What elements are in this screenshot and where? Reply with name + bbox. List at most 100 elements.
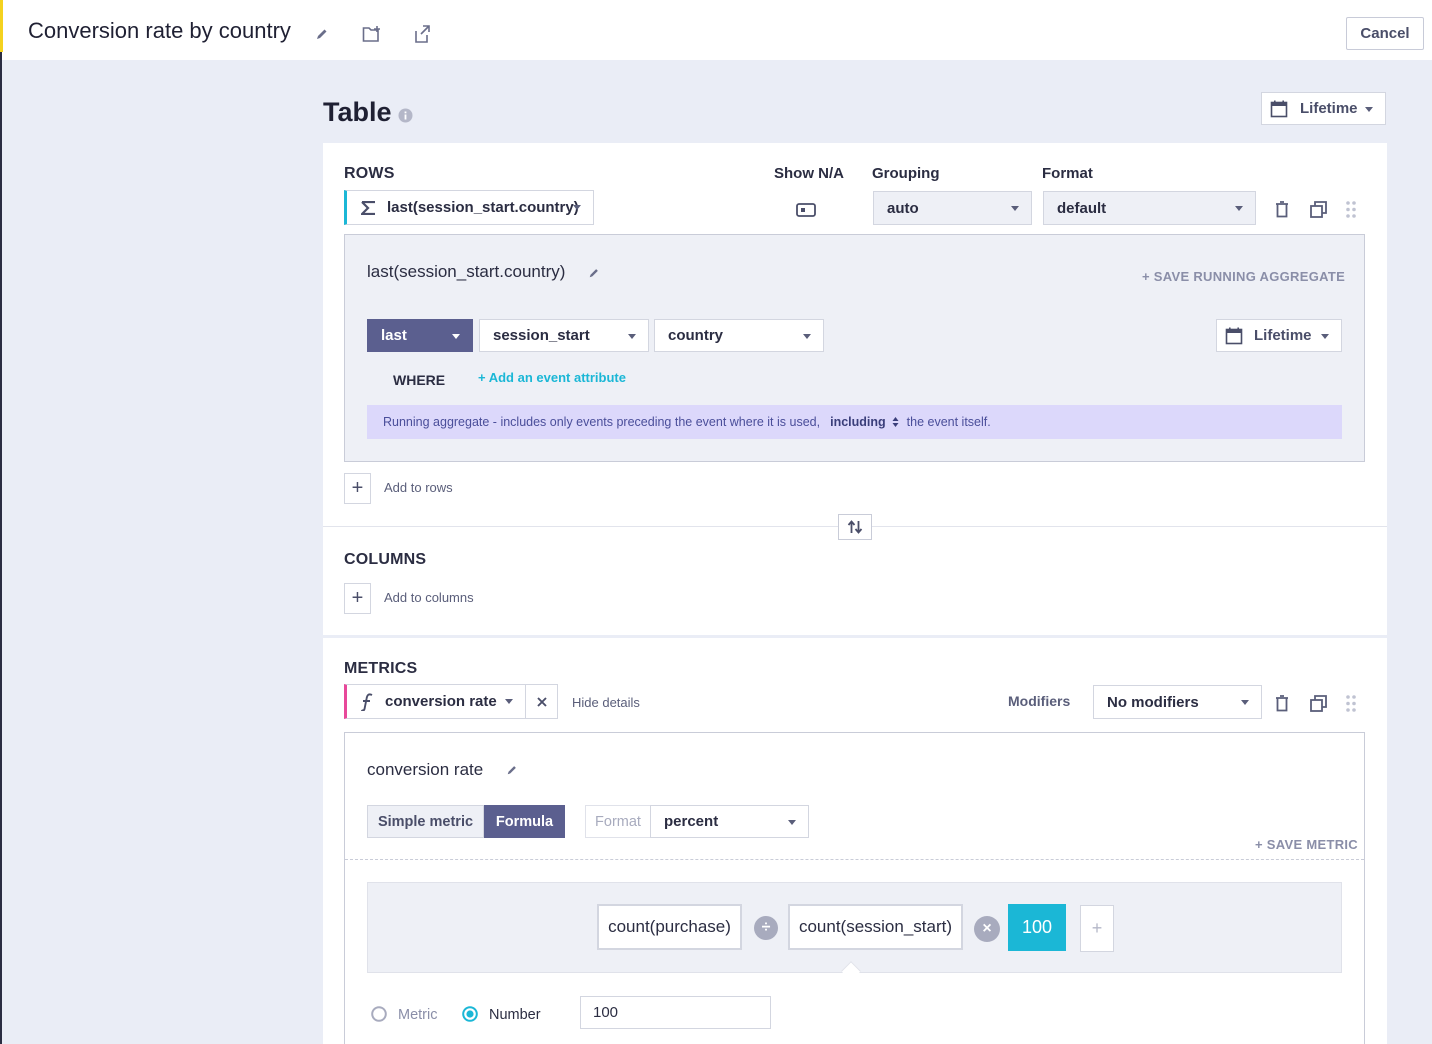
edit-title-icon[interactable] [315, 27, 329, 41]
chevron-down-icon [1241, 700, 1249, 705]
aggregate-function-dropdown[interactable]: last [367, 319, 473, 352]
add-to-columns-label[interactable]: Add to columns [384, 590, 474, 605]
grouping-label: Grouping [872, 165, 940, 182]
number-input[interactable]: 100 [580, 996, 771, 1029]
left-border [0, 52, 2, 1044]
drag-handle-icon[interactable] [1346, 201, 1356, 218]
note-text-post: the event itself. [906, 415, 991, 429]
add-to-rows-button[interactable]: + [344, 473, 371, 504]
event-dropdown[interactable]: session_start [479, 319, 649, 352]
aggregate-function-value: last [381, 327, 407, 344]
row-dimension-chip[interactable]: last(session_start.country) [344, 190, 594, 225]
export-icon[interactable] [413, 24, 431, 44]
sigma-icon [361, 200, 377, 215]
row-date-range-dropdown[interactable]: Lifetime [1216, 319, 1342, 352]
format-value: default [1057, 199, 1107, 217]
swap-icon [847, 520, 863, 534]
tab-formula[interactable]: Formula [484, 805, 565, 838]
modifiers-dropdown[interactable]: No modifiers [1093, 685, 1262, 719]
duplicate-icon[interactable] [1310, 695, 1327, 712]
page-title: Table [323, 97, 392, 127]
add-operand-button[interactable]: + [1080, 905, 1114, 952]
tab-simple-metric[interactable]: Simple metric [367, 805, 484, 838]
formula-number-operand[interactable]: 100 [1008, 904, 1066, 951]
formula-operand-2[interactable]: count(session_start) [788, 904, 963, 950]
row-panel-title: last(session_start.country) [367, 262, 566, 281]
show-na-label: Show N/A [774, 165, 844, 182]
chevron-down-icon [573, 205, 581, 210]
multiply-operator[interactable]: × [974, 916, 1000, 942]
where-label: WHERE [393, 372, 446, 388]
chevron-down-icon [505, 699, 513, 704]
modifiers-label: Modifiers [1008, 693, 1071, 709]
remove-metric-button[interactable] [525, 684, 558, 719]
edit-icon[interactable] [506, 764, 518, 776]
show-na-toggle[interactable] [796, 203, 816, 217]
rows-label: ROWS [344, 165, 395, 182]
save-to-folder-icon[interactable] [362, 25, 382, 43]
metric-details-panel: conversion rate Simple metric Formula Fo… [344, 732, 1365, 1044]
grouping-value: auto [887, 199, 919, 217]
formula-operand-1[interactable]: count(purchase) [597, 904, 742, 950]
format-dropdown[interactable]: default [1043, 191, 1256, 225]
metrics-label: METRICS [344, 660, 418, 677]
rows-columns-card: ROWS last(session_start.country) Show N/… [323, 143, 1387, 635]
chevron-down-icon [788, 820, 796, 825]
chevron-down-icon [628, 334, 636, 339]
including-selector[interactable]: including [830, 415, 886, 429]
date-range-value: Lifetime [1300, 100, 1358, 117]
date-range-dropdown[interactable]: Lifetime [1261, 92, 1386, 125]
cancel-button[interactable]: Cancel [1346, 17, 1424, 50]
format-label: Format [1042, 165, 1093, 182]
chevron-down-icon [1235, 206, 1243, 211]
pointer-notch [841, 961, 861, 981]
info-icon[interactable] [398, 108, 413, 123]
save-running-aggregate-button[interactable]: + SAVE RUNNING AGGREGATE [1142, 269, 1345, 284]
save-metric-button[interactable]: + SAVE METRIC [1255, 837, 1358, 852]
attribute-value: country [668, 327, 724, 344]
metric-format-label: Format [585, 805, 651, 838]
metric-chip[interactable]: conversion rate [344, 684, 526, 719]
metric-format-dropdown[interactable]: percent [650, 805, 809, 838]
edit-icon[interactable] [588, 267, 600, 279]
row-details-panel: last(session_start.country) + SAVE RUNNI… [344, 234, 1365, 462]
duplicate-icon[interactable] [1310, 201, 1327, 218]
calendar-icon [1270, 100, 1288, 118]
close-icon [536, 696, 547, 707]
running-aggregate-note: Running aggregate - includes only events… [367, 405, 1342, 439]
top-bar: Conversion rate by country Cancel [0, 0, 1432, 60]
dashed-divider [345, 859, 1364, 860]
function-icon [361, 692, 373, 711]
metrics-card: METRICS conversion rate Hide details Mod… [323, 638, 1387, 1044]
chevron-down-icon [1365, 107, 1373, 112]
event-value: session_start [493, 327, 590, 344]
note-text-pre: Running aggregate - includes only events… [383, 415, 821, 429]
add-to-columns-button[interactable]: + [344, 583, 371, 614]
metric-chip-label: conversion rate [385, 693, 497, 710]
chevron-down-icon [1321, 334, 1329, 339]
row-date-range-value: Lifetime [1254, 327, 1312, 344]
attribute-dropdown[interactable]: country [654, 319, 824, 352]
report-title: Conversion rate by country [28, 18, 291, 43]
trash-icon[interactable] [1275, 201, 1289, 218]
radio-metric-label[interactable]: Metric [398, 1007, 437, 1023]
hide-details-link[interactable]: Hide details [572, 695, 640, 710]
chevron-down-icon [803, 334, 811, 339]
formula-builder: count(purchase) ÷ count(session_start) ×… [367, 882, 1342, 981]
up-down-caret-icon[interactable] [892, 416, 899, 428]
radio-number-label[interactable]: Number [489, 1007, 541, 1023]
add-to-rows-label[interactable]: Add to rows [384, 480, 453, 495]
chevron-down-icon [452, 334, 460, 339]
modifiers-value: No modifiers [1107, 693, 1199, 711]
drag-handle-icon[interactable] [1346, 695, 1356, 712]
swap-rows-columns-button[interactable] [838, 514, 872, 540]
trash-icon[interactable] [1275, 695, 1289, 712]
radio-number[interactable] [462, 1006, 478, 1022]
accent-strip [0, 0, 3, 52]
grouping-dropdown[interactable]: auto [873, 191, 1032, 225]
columns-label: COLUMNS [344, 551, 427, 568]
add-event-attribute-link[interactable]: + Add an event attribute [478, 370, 626, 385]
divide-operator[interactable]: ÷ [754, 916, 778, 940]
metric-format-value: percent [664, 813, 719, 830]
radio-metric[interactable] [371, 1006, 387, 1022]
